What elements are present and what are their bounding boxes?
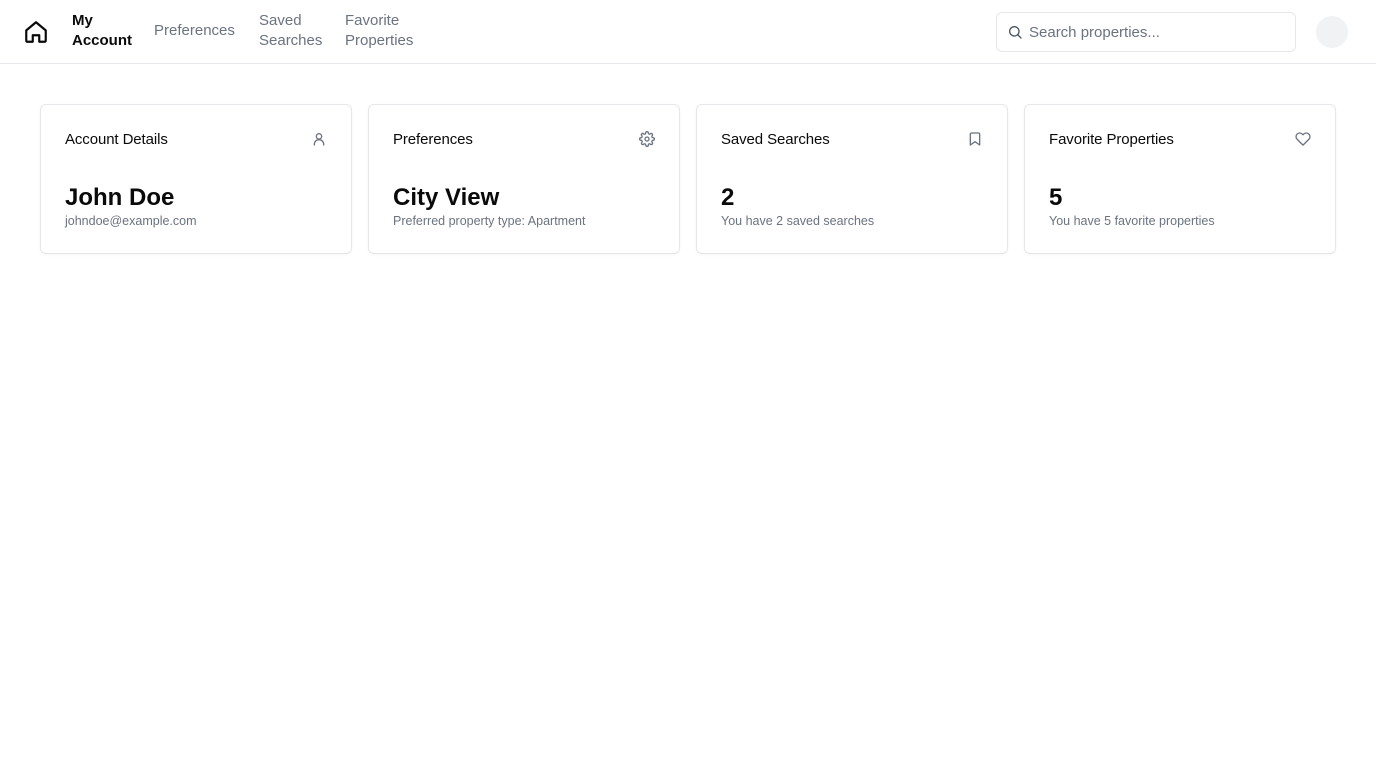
dashboard-cards: Account Details John Doe johndoe@example… — [40, 104, 1336, 254]
favorite-properties-summary: You have 5 favorite properties — [1049, 214, 1215, 228]
search-icon — [1007, 24, 1023, 40]
home-icon — [25, 21, 47, 43]
saved-searches-card: Saved Searches 2 You have 2 saved search… — [696, 104, 1008, 254]
heart-icon — [1295, 131, 1311, 147]
account-details-card: Account Details John Doe johndoe@example… — [40, 104, 352, 254]
favorite-properties-card: Favorite Properties 5 You have 5 favorit… — [1024, 104, 1336, 254]
account-name: John Doe — [65, 184, 175, 211]
gear-icon — [639, 131, 655, 147]
search-box — [996, 12, 1296, 52]
nav-link-my-account[interactable]: My Account — [72, 11, 142, 51]
preferences-card: Preferences City View Preferred property… — [368, 104, 680, 254]
saved-searches-summary: You have 2 saved searches — [721, 214, 875, 228]
home-link[interactable] — [22, 18, 50, 46]
user-icon — [311, 131, 327, 147]
saved-searches-count: 2 — [721, 184, 735, 211]
search-input[interactable] — [1029, 13, 1289, 51]
nav-link-favorite-properties[interactable]: Favorite Properties — [345, 11, 425, 51]
card-title: Saved Searches — [721, 131, 830, 148]
preferred-property-type: Preferred property type: Apartment — [393, 214, 586, 228]
card-title: Favorite Properties — [1049, 131, 1174, 148]
account-email: johndoe@example.com — [65, 214, 197, 228]
nav-link-preferences[interactable]: Preferences — [154, 21, 235, 41]
preferred-view: City View — [393, 184, 500, 211]
favorite-properties-count: 5 — [1049, 184, 1063, 211]
nav-link-saved-searches[interactable]: Saved Searches — [259, 11, 331, 51]
avatar[interactable] — [1316, 16, 1348, 48]
top-navigation-bar: My Account Preferences Saved Searches Fa… — [0, 0, 1376, 64]
card-title: Account Details — [65, 131, 168, 148]
card-title: Preferences — [393, 131, 473, 148]
bookmark-icon — [967, 131, 983, 147]
